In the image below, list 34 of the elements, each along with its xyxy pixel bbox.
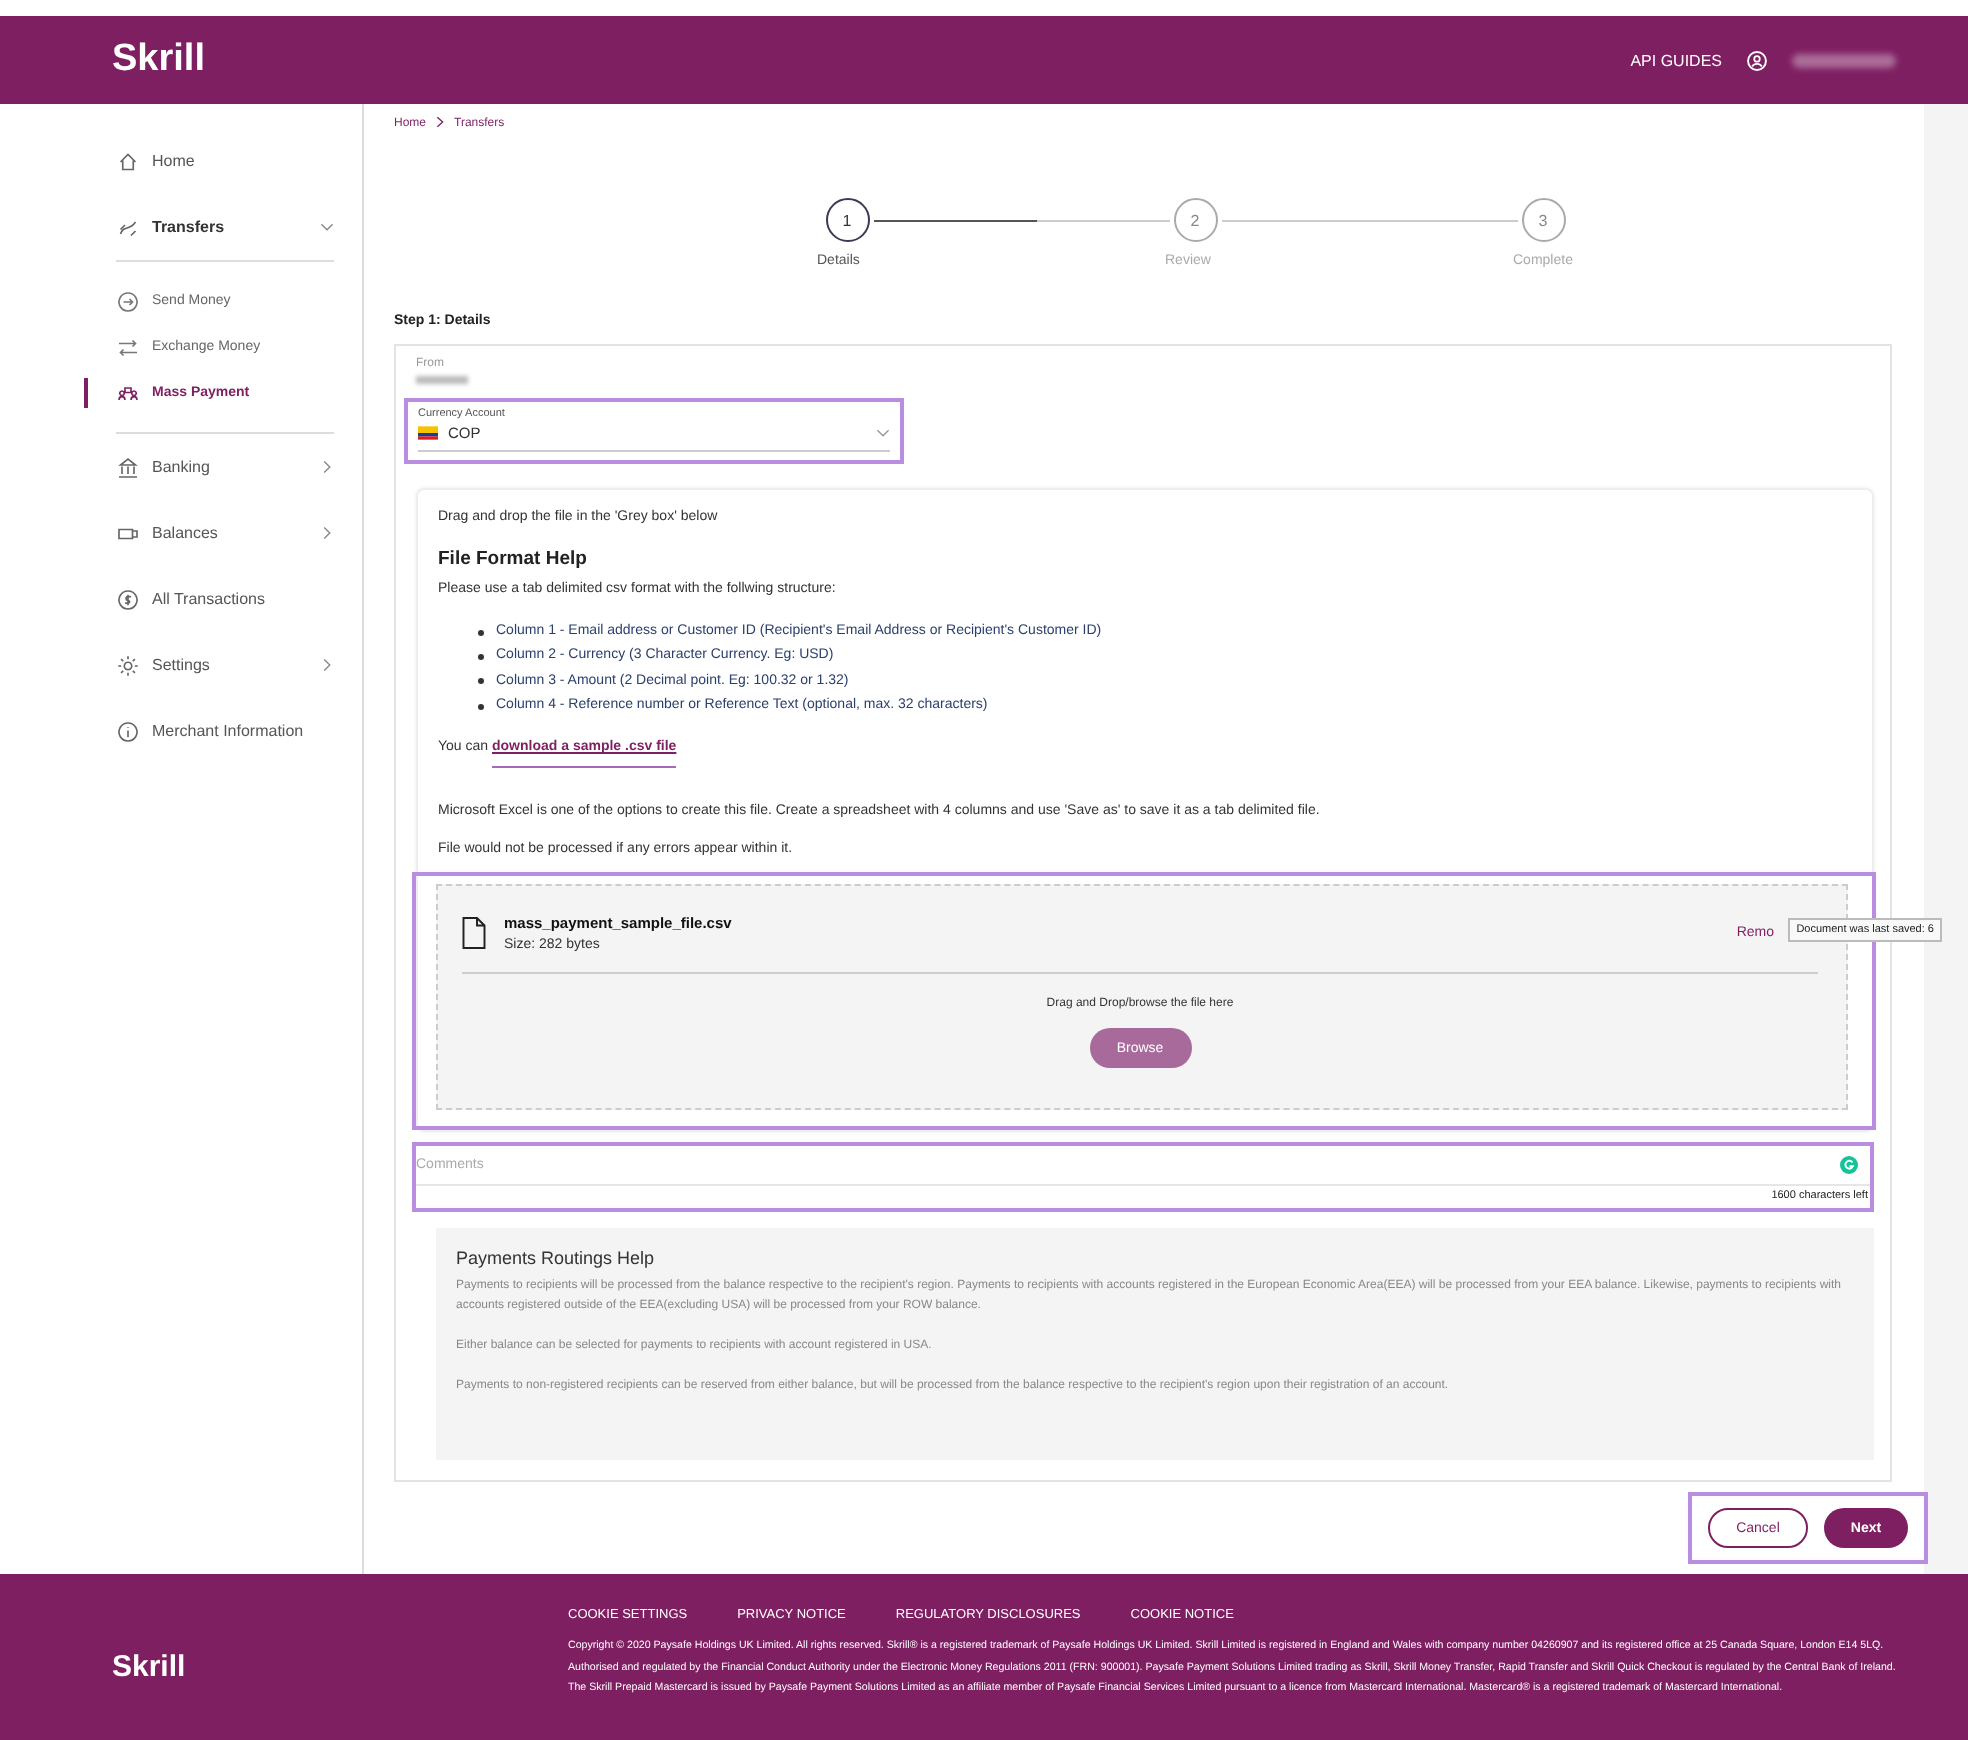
menu-icon	[116, 719, 140, 743]
api-guides-link[interactable]: API GUIDES	[1630, 51, 1722, 69]
menu-icon	[116, 149, 140, 173]
section-heading: Payments Routings Help	[456, 1248, 657, 1269]
menu-icon	[116, 289, 140, 313]
skrill-logo: Skrill	[112, 1650, 188, 1684]
bullet-icon	[478, 653, 484, 660]
chevron-icon	[876, 426, 890, 440]
colombia-flag-icon	[418, 426, 438, 440]
step-circle: 2	[1173, 198, 1217, 242]
breadcrumb-separator-icon	[436, 116, 445, 132]
bullet-icon	[478, 703, 484, 710]
sidebar-item[interactable]: Banking	[84, 434, 362, 500]
file-icon	[462, 916, 486, 951]
user-icon[interactable]	[1746, 49, 1768, 71]
sidebar-item[interactable]: Balances	[84, 500, 362, 566]
bullet-icon	[478, 629, 484, 636]
menu-icon	[116, 381, 140, 405]
menu-icon	[116, 587, 140, 611]
skrill-logo[interactable]: Skrill	[112, 38, 205, 82]
menu-icon	[116, 653, 140, 677]
sidebar-item[interactable]: Merchant Information	[84, 698, 362, 764]
menu-icon	[116, 455, 140, 479]
sidebar-item[interactable]: All Transactions	[84, 566, 362, 632]
redacted-user-name	[1792, 53, 1896, 67]
sidebar-item[interactable]: Home	[84, 128, 362, 194]
section-heading: File Format Help	[438, 548, 589, 570]
redacted-text	[416, 376, 468, 384]
sidebar-item[interactable]: Transfers	[84, 194, 362, 260]
bullet-icon	[478, 678, 484, 685]
menu-icon	[116, 335, 140, 359]
step-circle: 1	[825, 198, 869, 242]
sidebar-item[interactable]: Settings	[84, 632, 362, 698]
step-circle: 3	[1521, 198, 1565, 242]
